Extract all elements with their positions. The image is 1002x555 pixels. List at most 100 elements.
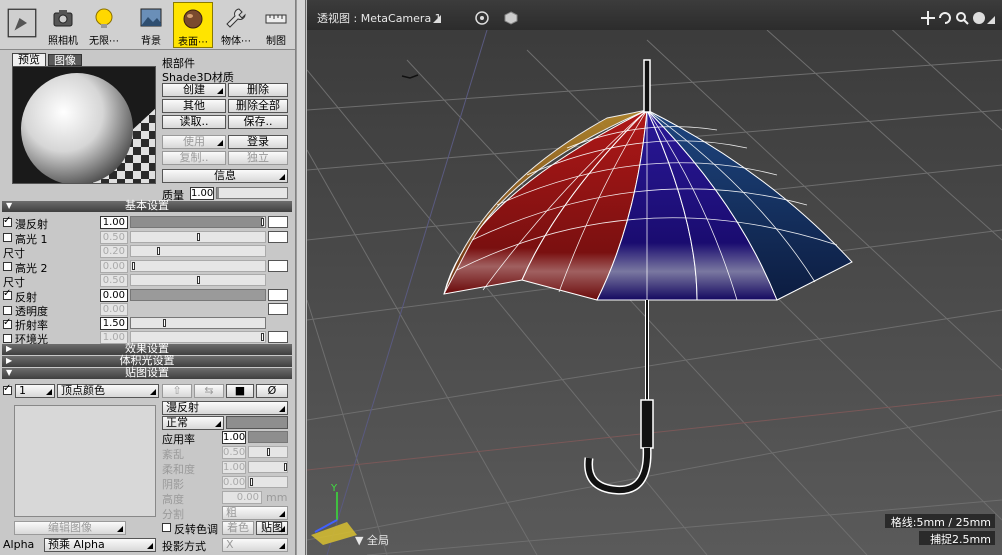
highlight1-slider[interactable] xyxy=(130,231,266,243)
independent-button[interactable]: 独立 xyxy=(228,151,288,165)
use-button[interactable]: 使用 xyxy=(162,135,226,149)
target-icon[interactable] xyxy=(475,11,489,25)
mapping-layer-type-select[interactable]: 顶点颜色 xyxy=(57,384,159,398)
apply-rate-input[interactable]: 1.00 xyxy=(222,431,246,444)
highlight2-slider[interactable] xyxy=(130,260,266,272)
projection-label: 投影方式 xyxy=(162,540,206,553)
random-slider[interactable] xyxy=(248,446,288,458)
layer-swap-button[interactable]: ⇆ xyxy=(194,384,224,398)
transparency-input[interactable]: 0.00 xyxy=(100,303,128,316)
refraction-checkbox[interactable] xyxy=(3,317,12,329)
copy-button[interactable]: 复制.. xyxy=(162,151,226,165)
save-button[interactable]: 保存.. xyxy=(228,115,288,129)
mapping-layer-checkbox[interactable] xyxy=(3,383,12,395)
mapping-attribute-select[interactable]: 漫反射 xyxy=(162,401,288,415)
tab-preview[interactable]: 预览 xyxy=(12,53,46,66)
reflection-input[interactable]: 0.00 xyxy=(100,289,128,302)
register-button[interactable]: 登录 xyxy=(228,135,288,149)
diffuse-checkbox[interactable] xyxy=(3,215,12,227)
global-coordinate-toggle[interactable]: ▼ 全局 xyxy=(355,532,389,548)
toolbar-background-button[interactable]: 背景 xyxy=(132,2,170,48)
coloring-button[interactable]: 着色 xyxy=(222,521,254,535)
scene-render xyxy=(307,0,1002,555)
edit-image-button[interactable]: 编辑图像 xyxy=(14,521,126,535)
delete-all-button[interactable]: 删除全部 xyxy=(228,99,288,113)
mapping-settings-header[interactable]: ▼ 贴图设置 xyxy=(2,367,292,379)
size2-slider[interactable] xyxy=(130,274,266,286)
toolbar-material-button[interactable] xyxy=(2,2,42,48)
transparency-checkbox[interactable] xyxy=(3,306,12,315)
shadow-input[interactable]: 0.00 xyxy=(222,476,246,489)
info-button[interactable]: 信息 xyxy=(162,169,288,183)
diffuse-slider[interactable] xyxy=(130,216,266,228)
toolbar: 照相机 无限⋯ 背景 表面⋯ 物体⋯ 制图 xyxy=(0,0,295,50)
wrench-icon xyxy=(226,8,246,28)
toolbar-object-button[interactable]: 物体⋯ xyxy=(216,2,256,48)
size2-input[interactable]: 0.50 xyxy=(100,274,128,287)
other-button[interactable]: 其他 xyxy=(162,99,226,113)
toolbar-infinite-light-button[interactable]: 无限⋯ xyxy=(84,2,124,48)
mapping-mode-color[interactable] xyxy=(226,416,288,429)
highlight2-checkbox[interactable] xyxy=(3,262,12,271)
toolbar-surface-button[interactable]: 表面⋯ xyxy=(173,2,213,48)
mapping-layer-index-select[interactable]: 1 xyxy=(15,384,55,398)
material-panel: 照相机 无限⋯ 背景 表面⋯ 物体⋯ 制图 预览 图像 根部件 Shade3D材… xyxy=(0,0,296,555)
shadow-slider[interactable] xyxy=(248,476,288,488)
panel-splitter[interactable] xyxy=(296,0,306,555)
size1-slider[interactable] xyxy=(130,245,266,257)
quality-input[interactable]: 1.00 xyxy=(190,187,214,200)
highlight1-color-swatch[interactable] xyxy=(268,231,288,243)
division-select[interactable]: 粗 xyxy=(222,506,288,520)
pan-move-icon[interactable] xyxy=(921,11,935,25)
ambient-input[interactable]: 1.00 xyxy=(100,331,128,344)
toolbar-camera-button[interactable]: 照相机 xyxy=(44,2,82,48)
softness-input[interactable]: 1.00 xyxy=(222,461,246,474)
perspective-viewport[interactable]: 透视图 : MetaCamera 1 Y ▼ 全局 格线:5mm / 25mm … xyxy=(307,0,1002,555)
toolbar-drafting-button[interactable]: 制图 xyxy=(258,2,294,48)
snap-size-readout: 捕捉2.5mm xyxy=(919,531,995,546)
random-input[interactable]: 0.50 xyxy=(222,446,246,459)
reflection-color-swatch[interactable] xyxy=(268,289,288,301)
tab-image[interactable]: 图像 xyxy=(48,54,82,66)
diffuse-color-swatch[interactable] xyxy=(268,216,288,228)
apply-rate-slider[interactable] xyxy=(248,431,288,443)
height-input[interactable]: 0.00 xyxy=(222,491,262,504)
read-button[interactable]: 读取.. xyxy=(162,115,226,129)
triangle-down-icon: ▼ xyxy=(355,534,367,547)
create-button[interactable]: 创建 xyxy=(162,83,226,97)
invert-checkbox[interactable] xyxy=(162,523,171,532)
ambient-color-swatch[interactable] xyxy=(268,331,288,343)
mapping-mode-select[interactable]: 正常 xyxy=(162,416,224,430)
highlight2-color-swatch[interactable] xyxy=(268,260,288,272)
softness-slider[interactable] xyxy=(248,461,288,473)
refraction-input[interactable]: 1.50 xyxy=(100,317,128,330)
refraction-slider[interactable] xyxy=(130,317,266,329)
layer-add-button[interactable]: ■ xyxy=(226,384,254,398)
quality-slider[interactable] xyxy=(216,187,288,199)
layer-clear-button[interactable]: Ø xyxy=(256,384,288,398)
highlight2-input[interactable]: 0.00 xyxy=(100,260,128,273)
rotate-icon[interactable] xyxy=(938,11,952,25)
projection-select[interactable]: X xyxy=(222,538,288,552)
size1-input[interactable]: 0.20 xyxy=(100,245,128,258)
diffuse-input[interactable]: 1.00 xyxy=(100,216,128,229)
highlight1-input[interactable]: 0.50 xyxy=(100,231,128,244)
layer-up-button[interactable]: ⇧ xyxy=(162,384,192,398)
shadow-label: 阴影 xyxy=(162,478,184,491)
cube-icon[interactable] xyxy=(504,11,518,25)
reflection-slider[interactable] xyxy=(130,289,266,301)
chevron-down-icon[interactable] xyxy=(987,16,995,24)
highlight1-checkbox[interactable] xyxy=(3,233,12,242)
light-bulb-icon xyxy=(95,8,113,28)
basic-settings-header[interactable]: ▼ 基本设置 xyxy=(2,200,292,212)
viewport-title[interactable]: 透视图 : MetaCamera 1 xyxy=(317,10,442,26)
chevron-down-icon[interactable] xyxy=(433,15,441,23)
zoom-magnifier-icon[interactable] xyxy=(955,11,969,25)
map-button[interactable]: 贴图 xyxy=(256,521,288,535)
display-mode-sphere-icon[interactable] xyxy=(972,11,986,25)
ambient-checkbox[interactable] xyxy=(3,334,12,343)
reflection-checkbox[interactable] xyxy=(3,288,12,300)
alpha-select[interactable]: 预乘 Alpha xyxy=(44,538,156,552)
transparency-color-swatch[interactable] xyxy=(268,303,288,315)
delete-button[interactable]: 删除 xyxy=(228,83,288,97)
